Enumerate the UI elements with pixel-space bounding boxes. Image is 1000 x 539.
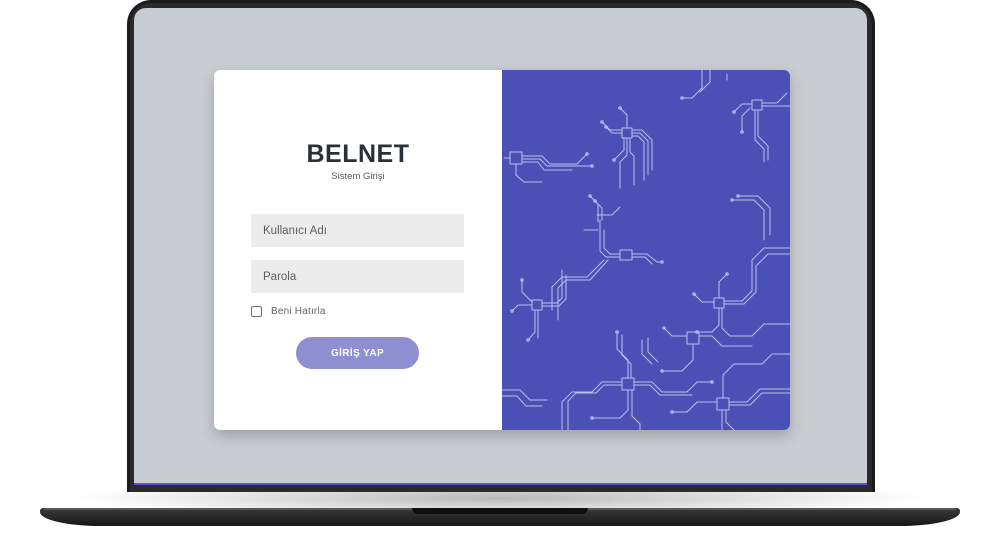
screen-accent-line (134, 483, 867, 485)
circuit-illustration-panel (502, 70, 790, 430)
remember-me-label: Beni Hatırla (271, 305, 326, 317)
circuit-illustration (502, 70, 790, 430)
remember-me-row[interactable]: Beni Hatırla (251, 304, 326, 318)
brand-subtitle: Sistem Girişi (331, 171, 385, 182)
remember-me-checkbox[interactable] (251, 305, 262, 317)
laptop-base-notch (412, 508, 588, 514)
password-input[interactable] (251, 260, 464, 293)
username-input[interactable] (251, 214, 464, 247)
login-button[interactable]: GİRİŞ YAP (296, 337, 419, 369)
brand-title: BELNET (306, 140, 410, 168)
login-card: BELNET Sistem Girişi Beni Hatırla GİRİŞ … (214, 70, 790, 430)
laptop-screen: BELNET Sistem Girişi Beni Hatırla GİRİŞ … (134, 8, 867, 485)
login-form-panel: BELNET Sistem Girişi Beni Hatırla GİRİŞ … (214, 70, 502, 430)
